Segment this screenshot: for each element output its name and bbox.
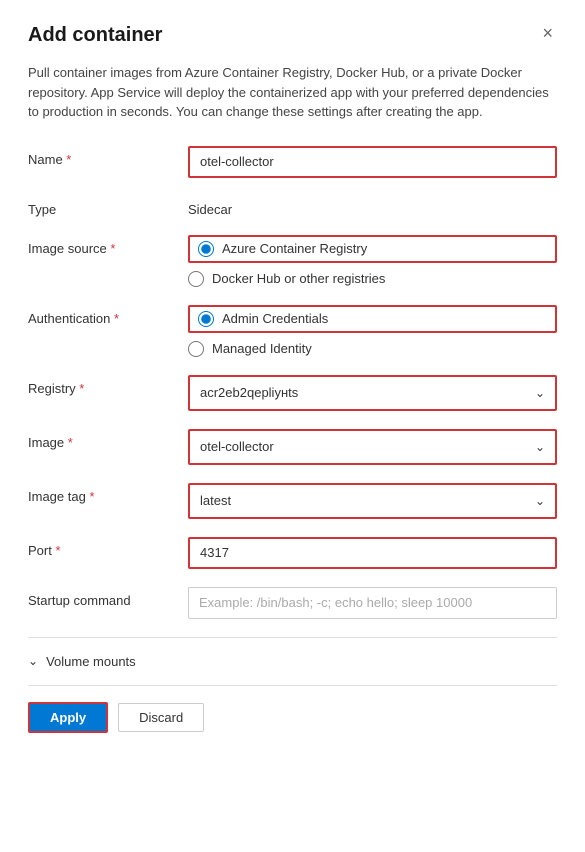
port-control bbox=[188, 537, 557, 569]
name-control bbox=[188, 146, 557, 178]
authentication-control: Admin Credentials Managed Identity bbox=[188, 305, 557, 357]
dialog-footer: Apply Discard bbox=[28, 702, 557, 733]
image-row: Image * otel-collector ⌄ bbox=[28, 429, 557, 465]
discard-button[interactable]: Discard bbox=[118, 703, 204, 732]
port-label: Port * bbox=[28, 537, 188, 558]
image-source-radio-group: Azure Container Registry Docker Hub or o… bbox=[188, 235, 557, 287]
type-row: Type Sidecar bbox=[28, 196, 557, 217]
type-label: Type bbox=[28, 196, 188, 217]
image-source-dockerhub-option[interactable]: Docker Hub or other registries bbox=[188, 271, 557, 287]
image-source-acr-option[interactable]: Azure Container Registry bbox=[188, 235, 557, 263]
port-row: Port * bbox=[28, 537, 557, 569]
image-source-dockerhub-label: Docker Hub or other registries bbox=[212, 271, 385, 286]
divider-bottom bbox=[28, 685, 557, 686]
image-source-control: Azure Container Registry Docker Hub or o… bbox=[188, 235, 557, 287]
volume-mounts-label: Volume mounts bbox=[46, 654, 136, 669]
image-tag-select[interactable]: latest bbox=[190, 485, 555, 517]
type-value: Sidecar bbox=[188, 196, 557, 217]
image-select[interactable]: otel-collector bbox=[190, 431, 555, 463]
image-tag-label: Image tag * bbox=[28, 483, 188, 504]
dialog-title: Add container bbox=[28, 24, 162, 47]
apply-button[interactable]: Apply bbox=[28, 702, 108, 733]
image-source-label: Image source * bbox=[28, 235, 188, 256]
registry-label: Registry * bbox=[28, 375, 188, 396]
name-input[interactable] bbox=[188, 146, 557, 178]
startup-row: Startup command bbox=[28, 587, 557, 619]
startup-control bbox=[188, 587, 557, 619]
image-control: otel-collector ⌄ bbox=[188, 429, 557, 465]
image-select-wrapper: otel-collector ⌄ bbox=[188, 429, 557, 465]
authentication-managed-radio[interactable] bbox=[188, 341, 204, 357]
startup-input[interactable] bbox=[188, 587, 557, 619]
image-tag-row: Image tag * latest ⌄ bbox=[28, 483, 557, 519]
registry-select[interactable]: acr2eb2qepliунts bbox=[190, 377, 555, 409]
image-source-row: Image source * Azure Container Registry … bbox=[28, 235, 557, 287]
image-tag-select-wrapper: latest ⌄ bbox=[188, 483, 557, 519]
dialog-description: Pull container images from Azure Contain… bbox=[28, 63, 557, 122]
add-container-dialog: Add container × Pull container images fr… bbox=[0, 0, 585, 852]
volume-mounts-section[interactable]: ⌄ Volume mounts bbox=[28, 654, 557, 669]
image-label: Image * bbox=[28, 429, 188, 450]
authentication-admin-option[interactable]: Admin Credentials bbox=[188, 305, 557, 333]
registry-row: Registry * acr2eb2qepliунts ⌄ bbox=[28, 375, 557, 411]
authentication-radio-group: Admin Credentials Managed Identity bbox=[188, 305, 557, 357]
startup-label: Startup command bbox=[28, 587, 188, 608]
name-label: Name * bbox=[28, 146, 188, 167]
type-control: Sidecar bbox=[188, 196, 557, 217]
registry-control: acr2eb2qepliунts ⌄ bbox=[188, 375, 557, 411]
name-row: Name * bbox=[28, 146, 557, 178]
authentication-admin-label: Admin Credentials bbox=[222, 311, 328, 326]
close-button[interactable]: × bbox=[538, 24, 557, 42]
authentication-admin-radio[interactable] bbox=[198, 311, 214, 327]
authentication-managed-option[interactable]: Managed Identity bbox=[188, 341, 557, 357]
image-source-acr-label: Azure Container Registry bbox=[222, 241, 367, 256]
volume-mounts-chevron-icon: ⌄ bbox=[28, 654, 38, 668]
registry-select-wrapper: acr2eb2qepliунts ⌄ bbox=[188, 375, 557, 411]
image-source-dockerhub-radio[interactable] bbox=[188, 271, 204, 287]
image-tag-control: latest ⌄ bbox=[188, 483, 557, 519]
divider bbox=[28, 637, 557, 638]
authentication-label: Authentication * bbox=[28, 305, 188, 326]
dialog-header: Add container × bbox=[28, 24, 557, 47]
authentication-row: Authentication * Admin Credentials Manag… bbox=[28, 305, 557, 357]
authentication-managed-label: Managed Identity bbox=[212, 341, 312, 356]
port-input[interactable] bbox=[188, 537, 557, 569]
image-source-acr-radio[interactable] bbox=[198, 241, 214, 257]
